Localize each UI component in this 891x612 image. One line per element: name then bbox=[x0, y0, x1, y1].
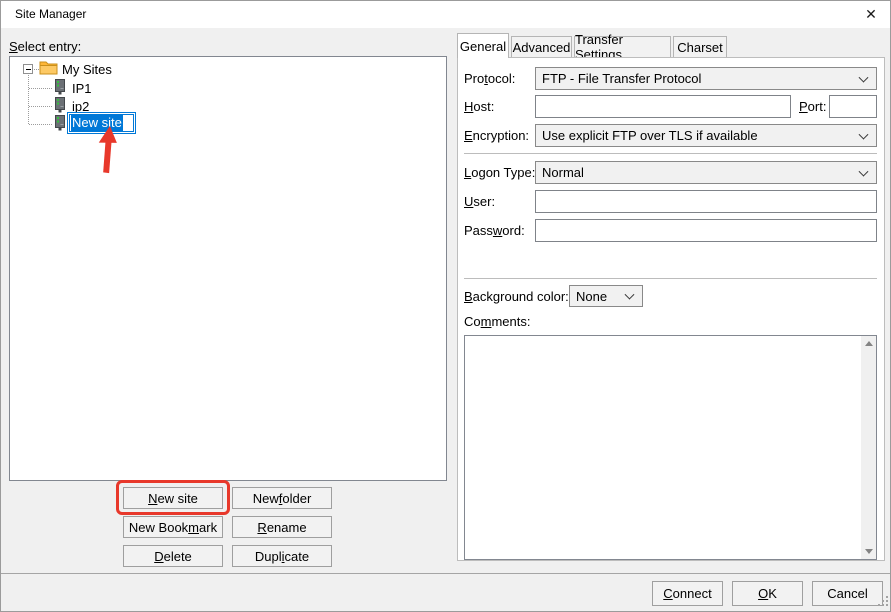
cancel-button[interactable]: Cancel bbox=[812, 581, 883, 606]
background-color-value: None bbox=[576, 289, 607, 304]
port-input[interactable] bbox=[829, 95, 877, 118]
tree-connector bbox=[29, 88, 52, 89]
separator bbox=[464, 153, 877, 154]
protocol-value: FTP - File Transfer Protocol bbox=[542, 71, 701, 86]
annotation-arrow-icon bbox=[98, 125, 124, 178]
chevron-down-icon bbox=[859, 72, 869, 82]
chevron-down-icon bbox=[859, 129, 869, 139]
encryption-value: Use explicit FTP over TLS if available bbox=[542, 128, 758, 143]
port-label: Port: bbox=[799, 99, 826, 114]
comments-scrollbar[interactable] bbox=[861, 336, 876, 559]
general-tab-page: Protocol: FTP - File Transfer Protocol H… bbox=[457, 57, 885, 561]
tab-transfer-settings[interactable]: Transfer Settings bbox=[574, 36, 671, 57]
site-manager-dialog: Site Manager ✕ Select entry: My Sites bbox=[0, 0, 891, 612]
tree-item-ip1[interactable]: IP1 bbox=[72, 81, 92, 96]
protocol-label: Protocol: bbox=[464, 71, 515, 86]
new-folder-button[interactable]: New folder bbox=[232, 487, 332, 509]
chevron-down-icon bbox=[625, 290, 635, 300]
tree-item-my-sites[interactable]: My Sites bbox=[62, 62, 112, 77]
rename-button[interactable]: Rename bbox=[232, 516, 332, 538]
server-icon bbox=[54, 79, 66, 98]
tree-collapse-icon[interactable] bbox=[23, 64, 33, 74]
host-label: Host: bbox=[464, 99, 494, 114]
title-bar: Site Manager ✕ bbox=[1, 1, 890, 28]
tree-connector bbox=[29, 106, 52, 107]
folder-icon bbox=[39, 60, 58, 78]
chevron-down-icon bbox=[859, 166, 869, 176]
close-icon[interactable]: ✕ bbox=[860, 4, 882, 24]
separator bbox=[464, 278, 877, 279]
protocol-select[interactable]: FTP - File Transfer Protocol bbox=[535, 67, 877, 90]
encryption-label: Encryption: bbox=[464, 128, 529, 143]
background-color-select[interactable]: None bbox=[569, 285, 643, 307]
new-bookmark-button[interactable]: New Bookmark bbox=[123, 516, 223, 538]
scroll-up-icon[interactable] bbox=[861, 336, 876, 351]
window-title: Site Manager bbox=[15, 7, 86, 21]
user-input[interactable] bbox=[535, 190, 877, 213]
server-icon bbox=[54, 97, 66, 116]
tree-connector bbox=[28, 75, 29, 124]
encryption-select[interactable]: Use explicit FTP over TLS if available bbox=[535, 124, 877, 147]
logon-type-label: Logon Type: bbox=[464, 165, 535, 180]
tree-connector bbox=[29, 124, 52, 125]
site-tree[interactable]: My Sites IP1 ip2 bbox=[9, 56, 447, 481]
new-site-button[interactable]: New site bbox=[123, 487, 223, 509]
logon-type-select[interactable]: Normal bbox=[535, 161, 877, 184]
user-label: User: bbox=[464, 194, 495, 209]
host-input[interactable] bbox=[535, 95, 791, 118]
tab-general[interactable]: General bbox=[457, 33, 509, 58]
resize-grip[interactable] bbox=[878, 594, 888, 609]
server-icon bbox=[54, 115, 66, 134]
select-entry-label: Select entry: bbox=[9, 39, 81, 54]
comments-textarea[interactable] bbox=[464, 335, 877, 560]
duplicate-button[interactable]: Duplicate bbox=[232, 545, 332, 567]
logon-type-value: Normal bbox=[542, 165, 584, 180]
tab-advanced[interactable]: Advanced bbox=[511, 36, 572, 57]
delete-button[interactable]: Delete bbox=[123, 545, 223, 567]
ok-button[interactable]: OK bbox=[732, 581, 803, 606]
tab-charset[interactable]: Charset bbox=[673, 36, 727, 57]
password-input[interactable] bbox=[535, 219, 877, 242]
background-color-label: Background color: bbox=[464, 289, 569, 304]
scroll-down-icon[interactable] bbox=[861, 544, 876, 559]
connect-button[interactable]: Connect bbox=[652, 581, 723, 606]
separator bbox=[1, 573, 890, 574]
comments-label: Comments: bbox=[464, 314, 530, 329]
password-label: Password: bbox=[464, 223, 525, 238]
